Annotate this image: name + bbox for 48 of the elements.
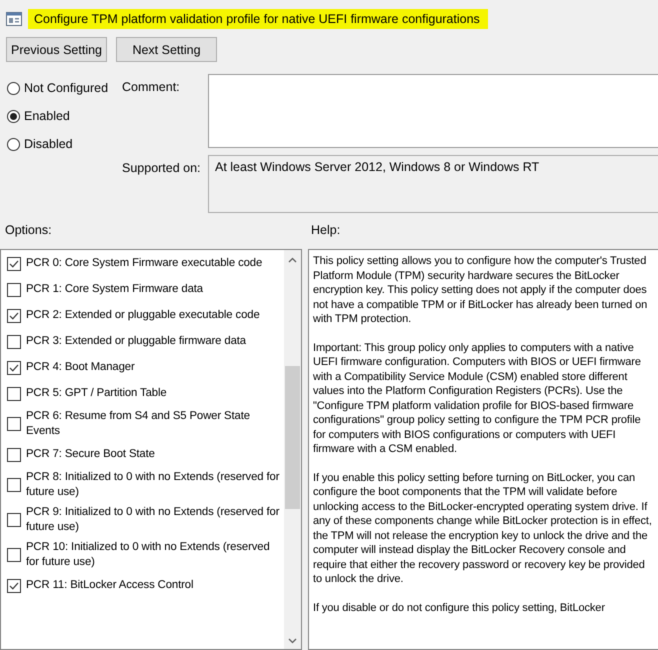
supported-on-label: Supported on: — [122, 160, 202, 177]
checkbox[interactable] — [7, 308, 21, 322]
checkbox-option[interactable]: PCR 3: Extended or pluggable firmware data — [7, 331, 284, 352]
checkbox-option[interactable]: PCR 5: GPT / Partition Table — [7, 383, 284, 404]
scrollbar-thumb[interactable] — [285, 366, 300, 509]
checkbox-option[interactable]: PCR 4: Boot Manager — [7, 357, 284, 378]
help-paragraph: If you enable this policy setting before turning on BitLocker, you can configure the boot components that the TPM will validate before unlocking access to the BitLocker-encrypted operating system drive. If any of these components change while BitLocker protection is in effect, the TPM will not release the encryption key to unlock the drive and the computer will instead display the BitLocker Recovery console and require that either the recovery password or recovery key be provided to unlock the drive. — [313, 470, 653, 586]
checkbox[interactable] — [7, 360, 21, 374]
scroll-down-icon[interactable] — [288, 638, 297, 644]
checkbox-option[interactable]: PCR 1: Core System Firmware data — [7, 279, 284, 300]
checkbox-option[interactable]: PCR 8: Initialized to 0 with no Extends (reserved for future use) — [7, 470, 284, 500]
checkbox-option[interactable]: PCR 9: Initialized to 0 with no Extends (reserved for future use) — [7, 505, 284, 535]
checkbox[interactable] — [7, 448, 21, 462]
radio-icon[interactable] — [7, 138, 20, 150]
help-paragraph: Important: This group policy only applies to computers with a native UEFI firmware configuration. Computers with BIOS or UEFI firmware with a Compatibility Service Module (CSM) enabled store different values into the Platform Configuration Registers (PCRs). Use the "Configure TPM platform validation profile for BIOS-based firmware configurations" group policy setting to configure the TPM PCR profile for computers with BIOS configurations or computers with UEFI firmware with a CSM enabled. — [313, 340, 642, 456]
radio-icon[interactable] — [7, 82, 20, 94]
window-title: Configure TPM platform validation profile for native UEFI firmware configurations — [28, 9, 488, 29]
checkbox-option[interactable]: PCR 2: Extended or pluggable executable code — [7, 305, 284, 326]
checkbox[interactable] — [7, 334, 21, 348]
checkbox-option[interactable]: PCR 0: Core System Firmware executable code — [7, 253, 284, 274]
checkbox[interactable] — [7, 478, 21, 492]
scroll-up-icon[interactable] — [288, 257, 297, 263]
checkbox[interactable] — [7, 513, 21, 527]
checkbox-option[interactable]: PCR 10: Initialized to 0 with no Extends (reserved for future use) — [7, 540, 284, 570]
scrollbar[interactable] — [284, 250, 301, 649]
radio-icon[interactable] — [7, 110, 20, 122]
checkbox[interactable] — [7, 282, 21, 296]
previous-setting-button[interactable]: Previous Setting — [6, 37, 107, 62]
comment-field[interactable] — [208, 74, 658, 148]
policy-setting-icon — [6, 11, 22, 27]
help-paragraph: If you disable or do not configure this policy setting, BitLocker — [313, 600, 606, 615]
supported-on-field: At least Windows Server 2012, Windows 8 or Windows RT — [208, 155, 658, 213]
options-label: Options: — [5, 223, 53, 239]
radio-option[interactable]: Enabled — [7, 106, 122, 126]
radio-option[interactable]: Not Configured — [7, 78, 122, 98]
next-setting-button[interactable]: Next Setting — [116, 37, 217, 62]
help-label: Help: — [311, 223, 342, 239]
checkbox[interactable] — [7, 548, 21, 562]
checkbox[interactable] — [7, 417, 21, 431]
checkbox[interactable] — [7, 578, 21, 592]
comment-label: Comment: — [122, 79, 181, 96]
checkbox[interactable] — [7, 256, 21, 270]
checkbox-option[interactable]: PCR 7: Secure Boot State — [7, 444, 284, 465]
checkbox-option[interactable]: PCR 6: Resume from S4 and S5 Power State Events — [7, 409, 284, 439]
checkbox-option[interactable]: PCR 11: BitLocker Access Control — [7, 575, 284, 596]
checkbox[interactable] — [7, 386, 21, 400]
radio-option[interactable]: Disabled — [7, 134, 122, 154]
help-paragraph: This policy setting allows you to configure how the computer's Trusted Platform Module (TPM) security hardware secures the BitLocker encryption key. This policy setting does not apply if the computer does not have a compatible TPM or if BitLocker has already been turned on with TPM protection. — [313, 254, 648, 326]
